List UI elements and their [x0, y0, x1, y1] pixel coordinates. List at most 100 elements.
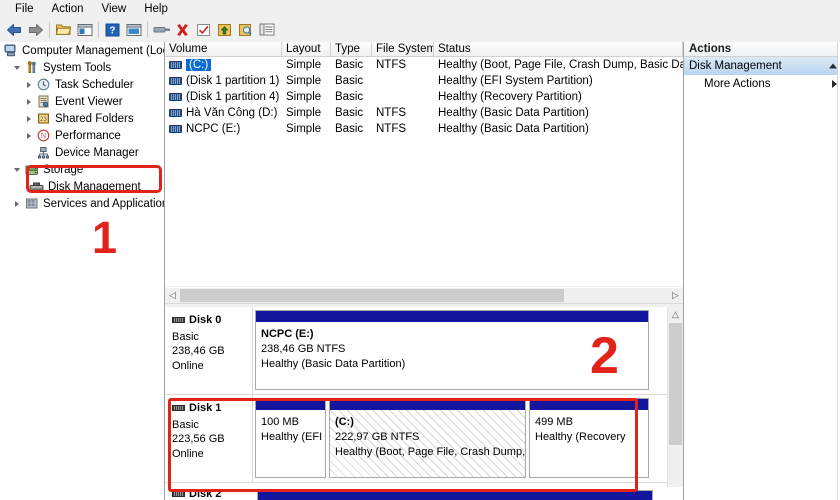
disk-type: Basic [172, 418, 199, 431]
partition-status: Healthy (Basic Data Partition) [261, 358, 406, 370]
volume-type: Basic [335, 107, 364, 119]
chevron-right-icon[interactable] [22, 95, 35, 108]
tree-node-system-tools[interactable]: System Tools [0, 59, 164, 76]
volume-file-system: NTFS [376, 59, 407, 71]
tree-pane-icon[interactable] [74, 20, 95, 40]
volume-list-header: Volume Layout Type File System Status [165, 42, 683, 57]
properties-icon[interactable] [151, 20, 172, 40]
delete-icon[interactable] [172, 20, 193, 40]
disk-row[interactable]: Disk 1 Basic 223,56 GB Online 100 MB Hea… [165, 395, 668, 483]
partition-name: NCPC (E:) [261, 328, 314, 340]
volume-status: Healthy (Boot, Page File, Crash Dump, Ba… [438, 59, 683, 71]
volume-name: (Disk 1 partition 1) [186, 75, 280, 87]
list-view-icon[interactable] [256, 20, 277, 40]
disk-management-icon [28, 181, 45, 193]
volume-layout: Simple [286, 75, 322, 87]
tree-node-services-and-applications[interactable]: Services and Applications [0, 195, 164, 212]
chevron-down-icon[interactable] [10, 61, 23, 74]
volume-type: Basic [335, 91, 364, 103]
disk-row[interactable]: Disk 0 Basic 238,46 GB Online NCPC (E:) … [165, 307, 668, 395]
partition-color-bar [256, 399, 325, 410]
volume-type: Basic [335, 123, 364, 135]
sidebar-item-disk-management[interactable]: Disk Management [0, 178, 164, 195]
table-row[interactable]: Hà Văn Công (D:) Simple Basic NTFS Healt… [165, 105, 683, 121]
menu-item-file[interactable]: File [6, 2, 43, 16]
tree-label: Services and Applications [43, 197, 164, 210]
console-tree-pane: Computer Management (Local System Tools … [0, 42, 165, 500]
disk-icon [172, 317, 185, 324]
tree-node-performance[interactable]: N Performance [0, 127, 164, 144]
device-manager-icon [35, 146, 52, 159]
partition-color-bar [530, 399, 648, 410]
shared-folders-icon: 23 [35, 112, 52, 125]
disk-state: Online [172, 359, 204, 372]
disk-icon [172, 491, 185, 497]
volume-list-horizontal-scrollbar[interactable]: ◁ ▷ [165, 287, 683, 303]
menu-item-help[interactable]: Help [135, 2, 177, 16]
help-icon[interactable]: ? [102, 20, 123, 40]
export-list-icon[interactable] [214, 20, 235, 40]
up-folder-icon[interactable] [53, 20, 74, 40]
partition-block[interactable]: 100 MB Healthy (EFI ! [255, 398, 326, 478]
menu-item-view[interactable]: View [93, 2, 136, 16]
tree-label: Shared Folders [55, 112, 134, 125]
rescan-disks-icon[interactable] [193, 20, 214, 40]
tree-node-device-manager[interactable]: Device Manager [0, 144, 164, 161]
column-header-file-system[interactable]: File System [372, 42, 434, 56]
tree-node-computer-management[interactable]: Computer Management (Local [0, 42, 164, 59]
table-row[interactable]: (Disk 1 partition 4) Simple Basic Health… [165, 89, 683, 105]
action-item-disk-management[interactable]: Disk Management [684, 57, 840, 75]
refresh-icon[interactable] [235, 20, 256, 40]
scroll-up-icon[interactable]: △ [668, 307, 683, 322]
volume-file-system: NTFS [376, 123, 407, 135]
scroll-left-icon[interactable]: ◁ [165, 288, 180, 303]
back-icon[interactable] [4, 20, 25, 40]
scrollbar-thumb[interactable] [180, 289, 564, 302]
chevron-right-icon[interactable] [10, 197, 23, 210]
chevron-down-icon[interactable] [10, 163, 23, 176]
action-item-more-actions[interactable]: More Actions [684, 75, 840, 93]
scroll-right-icon[interactable]: ▷ [668, 288, 683, 303]
action-pane-icon[interactable] [123, 20, 144, 40]
chevron-up-icon[interactable] [829, 63, 837, 69]
chevron-right-icon[interactable] [22, 129, 35, 142]
disk-name: Disk 0 [189, 314, 222, 326]
menu-item-action[interactable]: Action [43, 2, 93, 16]
column-header-type[interactable]: Type [331, 42, 372, 56]
partition-name: (C:) [335, 416, 354, 428]
tree-node-shared-folders[interactable]: 23 Shared Folders [0, 110, 164, 127]
tree-node-event-viewer[interactable]: Event Viewer [0, 93, 164, 110]
sidebar-item-label: Disk Management [48, 180, 141, 193]
forward-icon[interactable] [25, 20, 46, 40]
tree-node-task-scheduler[interactable]: Task Scheduler [0, 76, 164, 93]
disk-partitions: 100 MB Healthy (EFI ! (C:) 222,97 GB NTF… [253, 395, 668, 482]
disk-type: Basic [172, 330, 199, 343]
scrollbar-thumb[interactable] [669, 323, 682, 445]
column-header-layout[interactable]: Layout [282, 42, 331, 56]
disk-graphical-view: Disk 0 Basic 238,46 GB Online NCPC (E:) … [165, 307, 683, 500]
table-row[interactable]: (Disk 1 partition 1) Simple Basic Health… [165, 73, 683, 89]
tree-node-storage[interactable]: Storage [0, 161, 164, 178]
chevron-right-icon[interactable] [22, 112, 35, 125]
tree-label: Computer Management (Local [22, 44, 164, 57]
partition-color-bar [257, 490, 653, 500]
volume-icon [169, 61, 182, 69]
chevron-right-icon[interactable] [22, 78, 35, 91]
column-header-volume[interactable]: Volume [165, 42, 282, 56]
volume-type: Basic [335, 59, 364, 71]
partition-status: Healthy (EFI ! [261, 431, 325, 443]
disk-view-vertical-scrollbar[interactable]: △ [667, 307, 683, 500]
partition-block[interactable]: (C:) 222,97 GB NTFS Healthy (Boot, Page … [329, 398, 526, 478]
table-row[interactable]: (C:) Simple Basic NTFS Healthy (Boot, Pa… [165, 57, 683, 73]
scrollbar-track[interactable] [180, 288, 668, 303]
disk-row-partial[interactable]: Disk 2 [165, 487, 683, 500]
volume-layout: Simple [286, 59, 322, 71]
partition-block[interactable]: 499 MB Healthy (Recovery [529, 398, 649, 478]
column-header-status[interactable]: Status [434, 42, 683, 56]
table-row[interactable]: NCPC (E:) Simple Basic NTFS Healthy (Bas… [165, 121, 683, 137]
partition-color-bar [330, 399, 525, 410]
partition-block[interactable]: NCPC (E:) 238,46 GB NTFS Healthy (Basic … [255, 310, 649, 390]
volume-status: Healthy (Basic Data Partition) [438, 107, 589, 119]
volume-layout: Simple [286, 107, 322, 119]
toolbar-separator [98, 21, 99, 38]
